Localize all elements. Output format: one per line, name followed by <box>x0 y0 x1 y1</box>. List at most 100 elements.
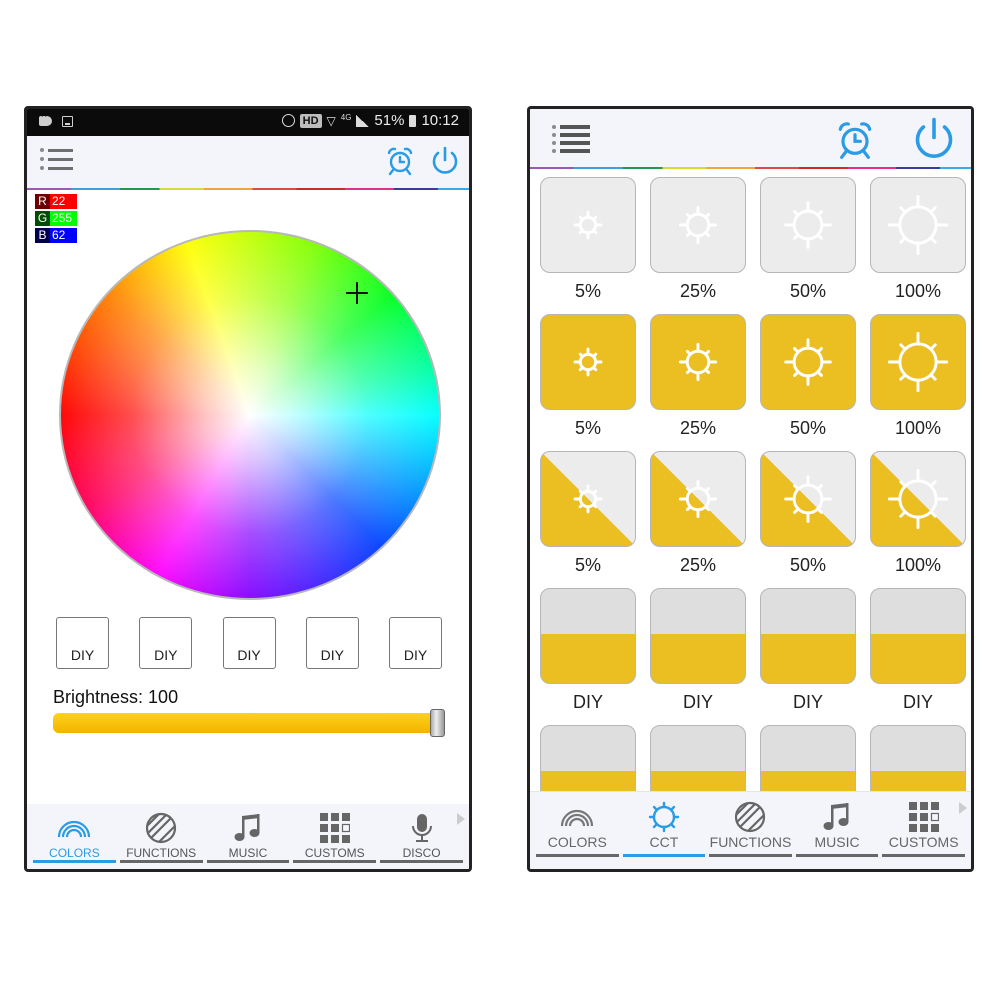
sun-icon <box>887 331 949 393</box>
cct-preset[interactable]: 5% <box>540 177 636 314</box>
cct-tile[interactable] <box>870 177 966 273</box>
cct-preset-grid: 5% 25% 50% 100% 5% 25% 50% 100% 5% 25% 50% 100% DIY D… <box>540 177 967 862</box>
cct-preset[interactable]: 25% <box>650 177 746 314</box>
clock: 10:12 <box>421 112 459 129</box>
chevron-right-icon[interactable] <box>457 813 465 825</box>
wifi-icon: ▽ <box>326 113 336 128</box>
tab-label: CCT <box>649 834 679 850</box>
cct-tile[interactable] <box>540 314 636 410</box>
cct-preset[interactable]: 25% <box>650 451 746 588</box>
color-wheel[interactable] <box>59 230 441 600</box>
cct-tile[interactable] <box>870 451 966 547</box>
cct-tile[interactable] <box>870 314 966 410</box>
cct-preset[interactable]: 50% <box>760 451 856 588</box>
cct-label: 50% <box>789 418 827 438</box>
cct-tile[interactable] <box>650 451 746 547</box>
alarm-clock-icon[interactable] <box>835 120 875 160</box>
cct-label: 5% <box>574 555 601 575</box>
slider-thumb[interactable] <box>430 709 445 737</box>
alarm-clock-icon[interactable] <box>385 146 415 176</box>
chevron-right-icon[interactable] <box>959 802 967 814</box>
grid-icon <box>908 800 939 834</box>
cct-preset[interactable]: 50% <box>760 177 856 314</box>
cct-preset[interactable]: 100% <box>870 451 966 588</box>
tab-music[interactable]: MUSIC <box>795 792 879 869</box>
diy-button[interactable]: DIY <box>222 617 276 669</box>
cct-preset[interactable]: DIY <box>540 588 636 725</box>
diy-button[interactable]: DIY <box>305 617 359 669</box>
battery-percent: 51% <box>374 112 405 129</box>
cct-label: DIY <box>902 692 933 712</box>
striped-circle-icon <box>145 810 177 846</box>
diy-buttons: DIY DIY DIY DIY DIY <box>56 617 442 669</box>
tab-customs[interactable]: CUSTOMS <box>882 792 965 869</box>
tab-label: CUSTOMS <box>888 834 959 850</box>
cct-tile[interactable] <box>650 177 746 273</box>
green-value: 255 <box>50 211 77 226</box>
menu-list-icon[interactable] <box>552 125 590 153</box>
tab-colors[interactable]: COLORS <box>33 804 116 869</box>
tab-label: FUNCTIONS <box>126 846 197 860</box>
tab-disco[interactable]: DISCO <box>380 804 463 869</box>
cct-tile[interactable] <box>760 588 856 684</box>
red-label: R <box>35 194 50 209</box>
tab-colors[interactable]: COLORS <box>536 792 619 869</box>
sun-icon <box>784 201 832 249</box>
rainbow-divider <box>27 188 469 190</box>
cct-preset[interactable]: DIY <box>760 588 856 725</box>
cct-preset[interactable]: 50% <box>760 314 856 451</box>
power-icon[interactable] <box>429 145 461 177</box>
cct-tile[interactable] <box>870 588 966 684</box>
cct-preset[interactable]: 25% <box>650 314 746 451</box>
cct-preset[interactable]: 100% <box>870 177 966 314</box>
rainbow-icon <box>560 800 594 834</box>
diy-button[interactable]: DIY <box>389 617 442 669</box>
cct-preset[interactable]: 100% <box>870 314 966 451</box>
cct-tile[interactable] <box>760 451 856 547</box>
cct-tile[interactable] <box>760 177 856 273</box>
tab-music[interactable]: MUSIC <box>206 804 290 869</box>
image-icon <box>62 116 73 127</box>
cct-tile[interactable] <box>540 588 636 684</box>
cct-preset[interactable]: 5% <box>540 314 636 451</box>
tab-label: DISCO <box>402 846 441 860</box>
cct-preset[interactable]: DIY <box>870 588 966 725</box>
cct-label: DIY <box>792 692 823 712</box>
tab-label: MUSIC <box>814 834 860 850</box>
signal-icon <box>356 114 370 127</box>
cct-label: 100% <box>894 418 942 438</box>
cct-tile[interactable] <box>650 588 746 684</box>
sun-icon <box>678 479 718 519</box>
blue-label: B <box>35 228 50 243</box>
tab-label: FUNCTIONS <box>709 834 792 850</box>
cct-tile[interactable] <box>650 314 746 410</box>
red-value: 22 <box>50 194 77 209</box>
cct-label: 25% <box>679 418 717 438</box>
diy-button[interactable]: DIY <box>139 617 193 669</box>
cct-tile[interactable] <box>540 177 636 273</box>
tab-label: CUSTOMS <box>304 846 365 860</box>
brightness-slider[interactable] <box>53 709 445 737</box>
tab-functions[interactable]: FUNCTIONS <box>709 792 792 869</box>
blue-value: 62 <box>50 228 77 243</box>
tab-customs[interactable]: CUSTOMS <box>293 804 377 869</box>
tab-functions[interactable]: FUNCTIONS <box>119 804 203 869</box>
cct-label: 25% <box>679 555 717 575</box>
cct-tile[interactable] <box>540 451 636 547</box>
menu-list-icon[interactable] <box>40 148 73 170</box>
tab-cct[interactable]: CCT <box>622 792 706 869</box>
diy-button[interactable]: DIY <box>56 617 109 669</box>
power-icon[interactable] <box>910 115 958 163</box>
cct-tile[interactable] <box>760 314 856 410</box>
sun-gear-icon <box>648 800 680 834</box>
alarm-status-icon <box>281 114 295 127</box>
cct-label: DIY <box>682 692 713 712</box>
cct-preset[interactable]: DIY <box>650 588 746 725</box>
network-type: 4G <box>340 113 352 122</box>
cct-preset[interactable]: 5% <box>540 451 636 588</box>
cct-label: DIY <box>572 692 603 712</box>
tab-label: COLORS <box>49 846 100 860</box>
color-picker-crosshair[interactable] <box>346 282 368 304</box>
sun-icon <box>784 338 832 386</box>
sun-icon <box>573 347 603 377</box>
